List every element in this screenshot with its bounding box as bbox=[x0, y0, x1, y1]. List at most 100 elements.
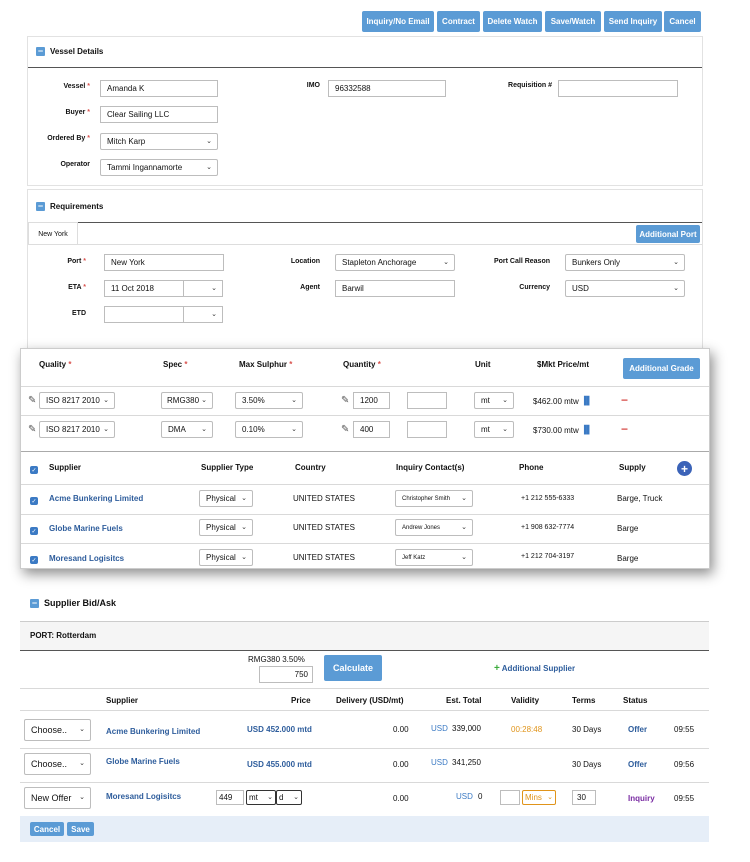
collapse-icon[interactable]: − bbox=[36, 202, 45, 211]
bid-time: 09:56 bbox=[674, 760, 695, 769]
bid-ask-header[interactable]: − Supplier Bid/Ask bbox=[30, 598, 116, 608]
terms-input[interactable]: 30 bbox=[572, 790, 596, 805]
bid-price-basis-select[interactable]: d ⌄ bbox=[276, 790, 302, 805]
edit-icon[interactable]: ✎ bbox=[28, 424, 36, 435]
contact-select[interactable]: Jeff Katz ⌄ bbox=[395, 549, 473, 566]
contact-select[interactable]: Andrew Jones ⌄ bbox=[395, 519, 473, 536]
unit-select[interactable]: mt ⌄ bbox=[474, 421, 514, 438]
validity-unit-select[interactable]: Mins ⌄ bbox=[522, 790, 556, 805]
buyer-input[interactable]: Clear Sailing LLC bbox=[100, 106, 218, 123]
bid-total-header: Est. Total bbox=[446, 696, 482, 705]
bid-action-select[interactable]: New Offer ⌄ bbox=[24, 787, 91, 809]
quantity-input[interactable]: 400 bbox=[353, 421, 390, 438]
imo-label: IMO bbox=[306, 82, 320, 89]
send-inquiry-button[interactable]: Send Inquiry bbox=[604, 11, 662, 32]
eta-time-select[interactable]: ⌄ bbox=[183, 280, 223, 297]
bid-price-unit-select[interactable]: mt ⌄ bbox=[246, 790, 276, 805]
chevron-down-icon: ⌄ bbox=[291, 397, 297, 404]
chevron-down-icon: ⌄ bbox=[79, 794, 85, 801]
supplier-name-link[interactable]: Moresand Logisitcs bbox=[49, 554, 124, 563]
eta-input[interactable]: 11 Oct 2018 bbox=[104, 280, 184, 297]
chart-icon[interactable]: ▐▌ bbox=[581, 425, 592, 434]
quantity-extra-input[interactable] bbox=[407, 421, 447, 438]
chevron-down-icon: ⌄ bbox=[241, 524, 247, 531]
quality-select[interactable]: ISO 8217 2010 ⌄ bbox=[39, 392, 115, 409]
chevron-down-icon: ⌄ bbox=[502, 426, 508, 433]
etd-input[interactable] bbox=[104, 306, 184, 323]
max-sulphur-header: Max Sulphur * bbox=[239, 360, 293, 369]
chevron-down-icon: ⌄ bbox=[79, 726, 85, 733]
operator-select[interactable]: Tammi Ingannamorte ⌄ bbox=[100, 159, 218, 176]
contact-select[interactable]: Christopher Smith ⌄ bbox=[395, 490, 473, 507]
sulphur-select[interactable]: 3.50% ⌄ bbox=[235, 392, 303, 409]
bid-price-input[interactable]: 449 bbox=[216, 790, 244, 805]
unit-header: Unit bbox=[475, 360, 491, 369]
supplier-checkbox[interactable]: ✓ bbox=[30, 527, 38, 535]
bid-action-select[interactable]: Choose.. ⌄ bbox=[24, 719, 91, 741]
collapse-icon[interactable]: − bbox=[30, 598, 39, 608]
edit-icon[interactable]: ✎ bbox=[341, 424, 349, 435]
supplier-name-link[interactable]: Acme Bunkering Limited bbox=[49, 494, 143, 503]
chevron-down-icon: ⌄ bbox=[201, 426, 207, 433]
bid-supplier-link[interactable]: Globe Marine Fuels bbox=[106, 757, 180, 766]
unit-select[interactable]: mt ⌄ bbox=[474, 392, 514, 409]
divider bbox=[28, 67, 702, 68]
bid-supplier-link[interactable]: Acme Bunkering Limited bbox=[106, 727, 200, 736]
spec-select[interactable]: DMA ⌄ bbox=[161, 421, 213, 438]
etd-time-select[interactable]: ⌄ bbox=[183, 306, 223, 323]
remove-icon[interactable]: − bbox=[621, 422, 628, 436]
bid-price-header: Price bbox=[291, 696, 311, 705]
vessel-input[interactable]: Amanda K bbox=[100, 80, 218, 97]
imo-input[interactable]: 96332588 bbox=[328, 80, 446, 97]
country-header: Country bbox=[295, 463, 326, 472]
supplier-checkbox[interactable]: ✓ bbox=[30, 556, 38, 564]
divider bbox=[20, 710, 709, 711]
additional-port-button[interactable]: Additional Port bbox=[636, 225, 700, 243]
edit-icon[interactable]: ✎ bbox=[341, 395, 349, 406]
additional-supplier-link[interactable]: + Additional Supplier bbox=[494, 663, 575, 674]
quantity-input[interactable]: 1200 bbox=[353, 392, 390, 409]
vessel-details-header[interactable]: − Vessel Details bbox=[36, 47, 103, 56]
supplier-type-select[interactable]: Physical ⌄ bbox=[199, 549, 253, 566]
remove-icon[interactable]: − bbox=[621, 393, 628, 407]
bid-cancel-button[interactable]: Cancel bbox=[30, 822, 64, 836]
validity-input[interactable] bbox=[500, 790, 520, 805]
supplier-name-link[interactable]: Globe Marine Fuels bbox=[49, 524, 123, 533]
bid-quantity-input[interactable]: 750 bbox=[259, 666, 313, 683]
edit-icon[interactable]: ✎ bbox=[28, 395, 36, 406]
inquiry-no-email-button[interactable]: Inquiry/No Email bbox=[362, 11, 434, 32]
add-supplier-icon[interactable]: + bbox=[677, 461, 692, 476]
bid-save-button[interactable]: Save bbox=[67, 822, 94, 836]
location-select[interactable]: Stapleton Anchorage ⌄ bbox=[335, 254, 455, 271]
requirements-header[interactable]: − Requirements bbox=[36, 202, 103, 211]
agent-input[interactable]: Barwil bbox=[335, 280, 455, 297]
supplier-type-select[interactable]: Physical ⌄ bbox=[199, 490, 253, 507]
supplier-checkbox[interactable]: ✓ bbox=[30, 497, 38, 505]
bid-supplier-link[interactable]: Moresand Logisitcs bbox=[106, 792, 181, 801]
port-input[interactable]: New York bbox=[104, 254, 224, 271]
phone-header: Phone bbox=[519, 463, 544, 472]
ordered-by-label: Ordered By * bbox=[47, 135, 90, 142]
country-cell: UNITED STATES bbox=[293, 494, 355, 503]
supplier-type-select[interactable]: Physical ⌄ bbox=[199, 519, 253, 536]
quality-select[interactable]: ISO 8217 2010 ⌄ bbox=[39, 421, 115, 438]
save-watch-button[interactable]: Save/Watch bbox=[545, 11, 601, 32]
spec-select[interactable]: RMG380 ⌄ bbox=[161, 392, 213, 409]
calculate-button[interactable]: Calculate bbox=[324, 655, 382, 681]
requisition-input[interactable] bbox=[558, 80, 678, 97]
select-all-checkbox[interactable]: ✓ bbox=[30, 466, 38, 474]
delete-watch-button[interactable]: Delete Watch bbox=[483, 11, 542, 32]
ordered-by-select[interactable]: Mitch Karp ⌄ bbox=[100, 133, 218, 150]
chart-icon[interactable]: ▐▌ bbox=[581, 396, 592, 405]
currency-select[interactable]: USD ⌄ bbox=[565, 280, 685, 297]
tab-new-york[interactable]: New York bbox=[28, 222, 78, 245]
collapse-icon[interactable]: − bbox=[36, 47, 45, 56]
port-call-reason-select[interactable]: Bunkers Only ⌄ bbox=[565, 254, 685, 271]
quantity-extra-input[interactable] bbox=[407, 392, 447, 409]
sulphur-select[interactable]: 0.10% ⌄ bbox=[235, 421, 303, 438]
chevron-down-icon: ⌄ bbox=[293, 794, 299, 801]
contract-button[interactable]: Contract bbox=[437, 11, 480, 32]
cancel-button[interactable]: Cancel bbox=[664, 11, 701, 32]
additional-grade-button[interactable]: Additional Grade bbox=[623, 358, 700, 379]
bid-action-select[interactable]: Choose.. ⌄ bbox=[24, 753, 91, 775]
